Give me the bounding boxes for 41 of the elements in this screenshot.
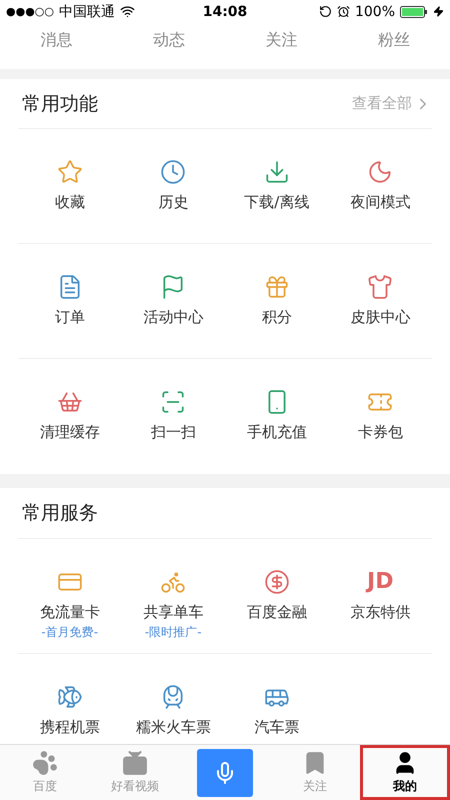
function-item[interactable]: 百度金融 — [225, 538, 328, 654]
stat-label[interactable]: 消息 — [0, 24, 112, 51]
logo-mark: JD — [367, 568, 394, 595]
function-item[interactable]: 手机充值 — [225, 359, 328, 474]
function-item[interactable]: 共享单车 -限时推广- — [122, 538, 225, 654]
promo-label: -首月免费- — [41, 624, 98, 641]
function-item[interactable]: JD 京东特供 — [328, 538, 432, 654]
function-item[interactable]: 收藏 — [18, 129, 122, 244]
function-item[interactable]: 汽车票 — [225, 654, 328, 744]
section-title: 常用服务 — [21, 500, 98, 526]
paw-icon — [32, 750, 58, 776]
function-item[interactable]: 携程机票 — [18, 654, 122, 744]
battery-percent: 100% — [354, 4, 396, 20]
carrier-name: 中国联通 — [59, 2, 115, 21]
function-item[interactable]: 糯米火车票 — [122, 654, 225, 744]
rotation-lock-icon — [318, 5, 332, 18]
function-item[interactable]: 清理缓存 — [18, 359, 122, 474]
voice-search-button[interactable] — [197, 748, 253, 797]
wifi-icon — [120, 4, 135, 20]
function-item[interactable]: 下载/离线 — [225, 129, 328, 244]
function-item[interactable]: 夜间模式 — [328, 129, 432, 244]
function-item[interactable]: 免流量卡 -首月免费- — [18, 538, 122, 654]
signal-strength: ●●●○○ — [6, 5, 54, 18]
function-item[interactable]: 订单 — [18, 244, 122, 360]
clock-time: 14:08 — [202, 4, 248, 20]
battery-icon — [400, 6, 428, 18]
alarm-icon — [336, 5, 350, 18]
promo-label: -限时推广- — [144, 624, 202, 641]
function-item[interactable]: 扫一扫 — [122, 359, 225, 474]
section-title: 常用功能 — [21, 92, 98, 117]
tv-icon — [122, 750, 148, 776]
stat-label[interactable]: 粉丝 — [338, 24, 450, 51]
tab-item[interactable]: 我的 — [360, 744, 450, 800]
stat-label[interactable]: 动态 — [112, 24, 225, 51]
function-item[interactable]: 历史 — [122, 129, 225, 244]
stat-label[interactable]: 关注 — [225, 24, 338, 51]
function-item[interactable]: 活动中心 — [122, 244, 225, 360]
function-item[interactable]: 卡券包 — [328, 359, 432, 474]
charging-icon — [433, 6, 444, 18]
function-item[interactable]: 积分 — [225, 244, 328, 360]
function-item[interactable]: 皮肤中心 — [328, 244, 432, 360]
